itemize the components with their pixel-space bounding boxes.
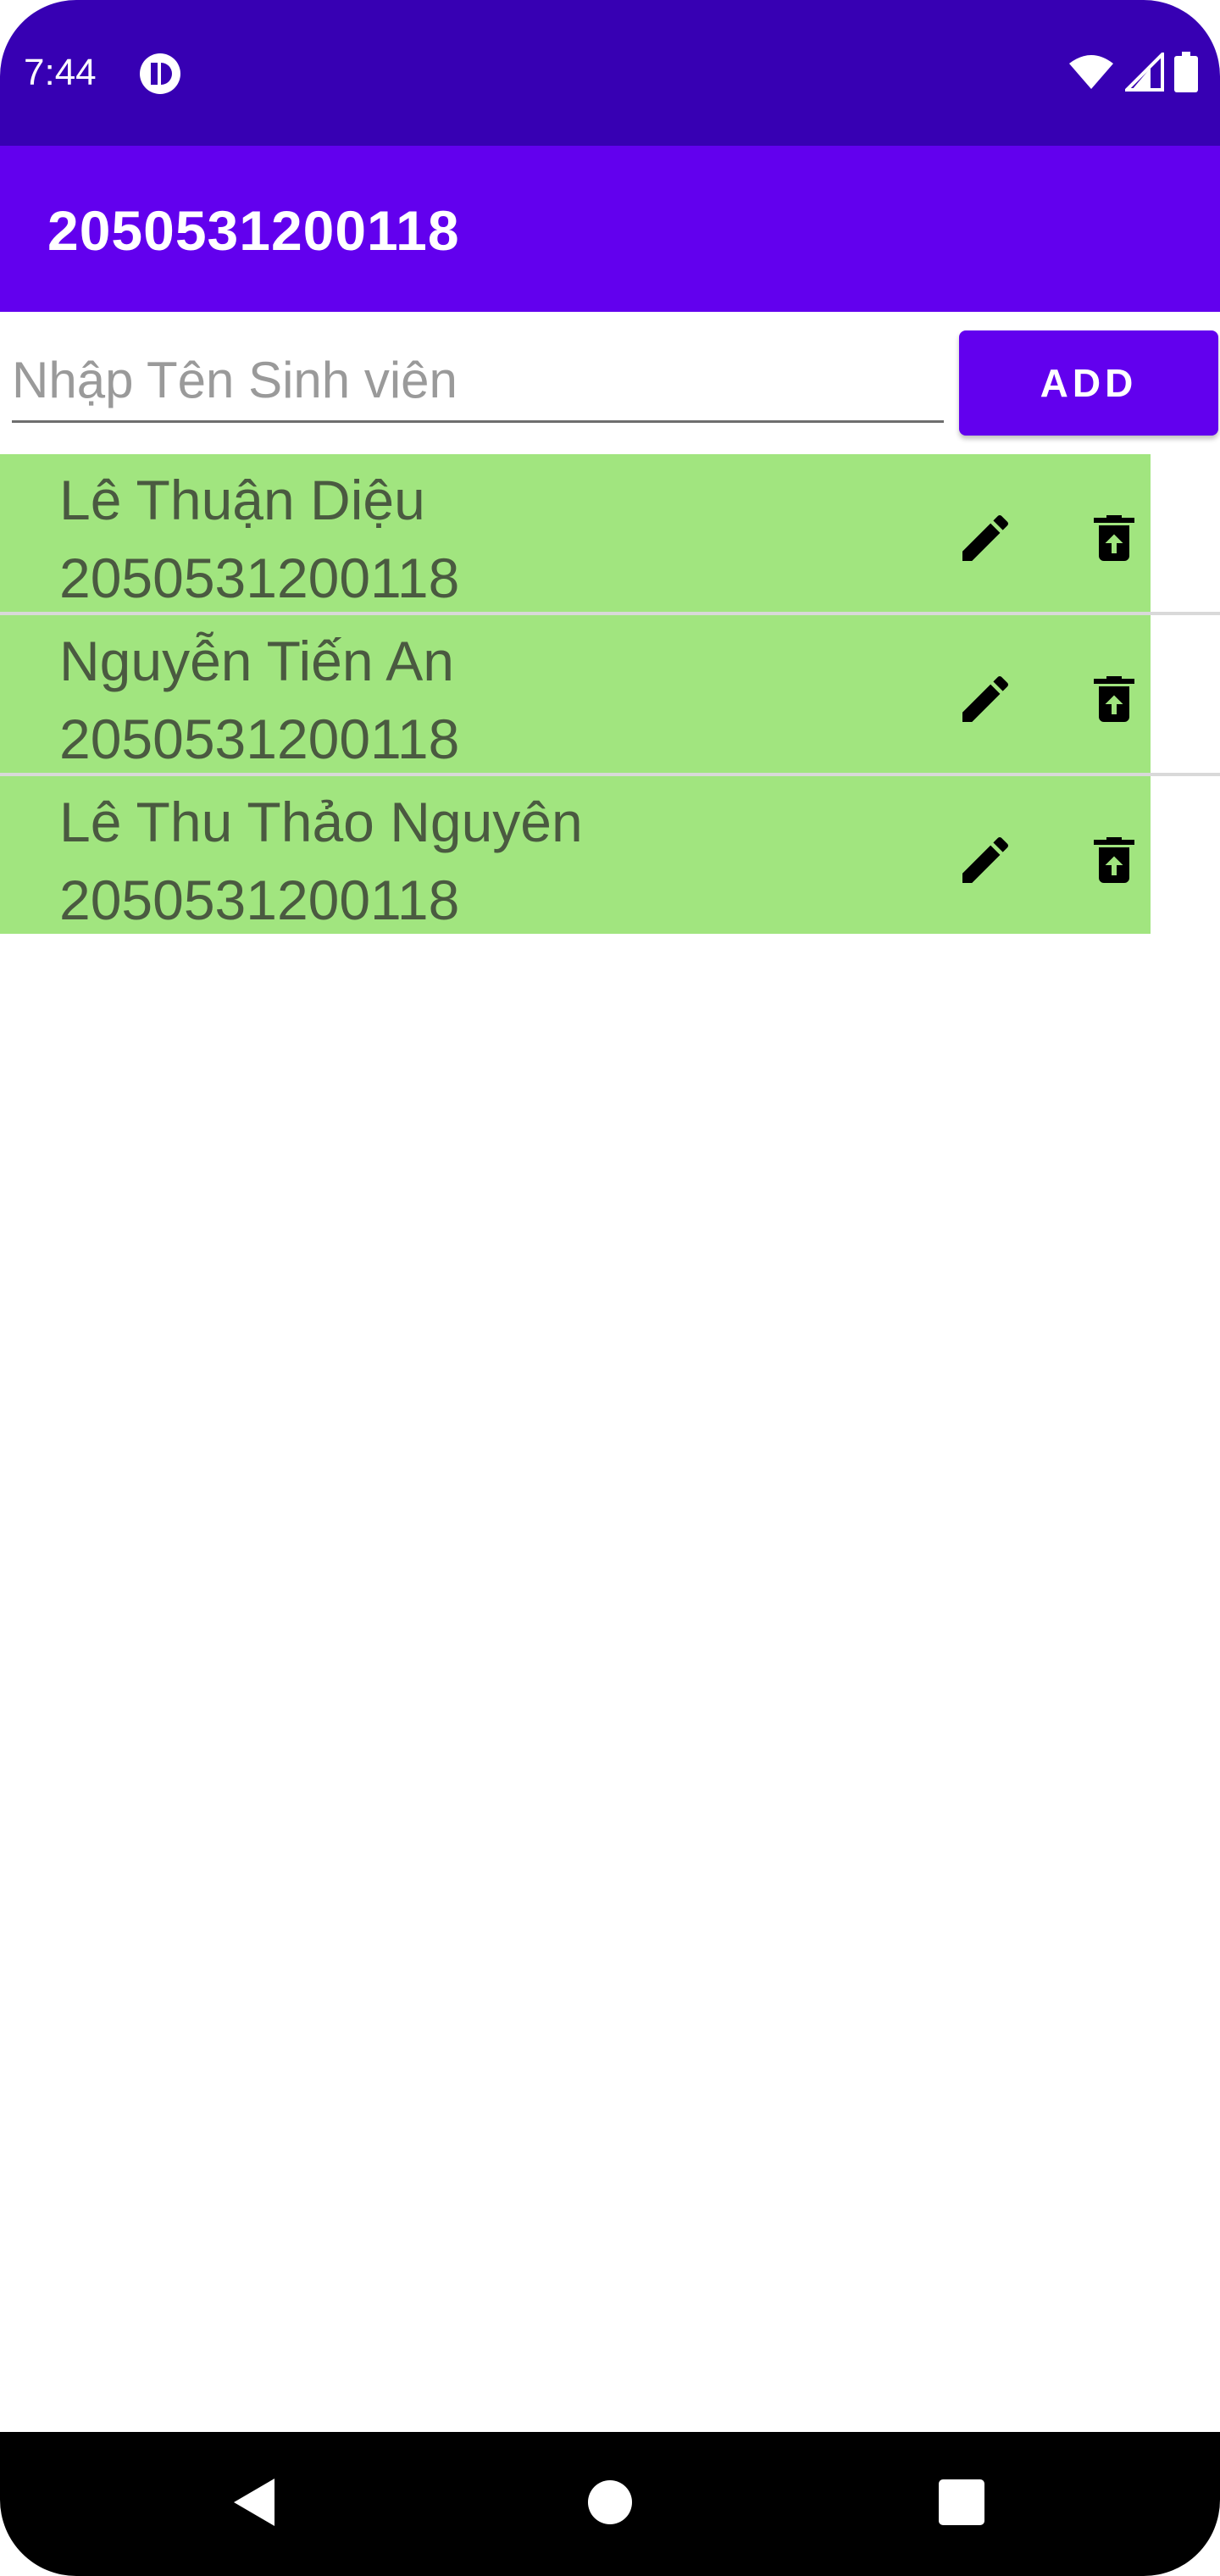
- status-icons: [1068, 49, 1198, 97]
- delete-button[interactable]: [1076, 824, 1152, 900]
- edit-button[interactable]: [947, 663, 1023, 739]
- delete-button[interactable]: [1076, 502, 1152, 578]
- delete-icon: [1084, 830, 1145, 895]
- back-button[interactable]: [216, 2466, 292, 2542]
- notification-app-icon: [139, 53, 181, 95]
- delete-button[interactable]: [1076, 663, 1152, 739]
- wifi-icon: [1068, 53, 1115, 95]
- student-list: Lê Thuận Diệu 2050531200118 Nguyễn Tiến …: [0, 454, 1220, 937]
- status-time: 7:44: [24, 52, 97, 93]
- list-item[interactable]: Lê Thuận Diệu 2050531200118: [0, 454, 1220, 615]
- edit-icon: [955, 508, 1016, 573]
- list-item[interactable]: Nguyễn Tiến An 2050531200118: [0, 615, 1220, 776]
- battery-icon: [1174, 51, 1198, 97]
- delete-icon: [1084, 508, 1145, 573]
- student-name-input[interactable]: [12, 339, 944, 423]
- student-id: 2050531200118: [59, 869, 460, 931]
- recents-icon: [938, 2479, 985, 2530]
- edit-icon: [955, 669, 1016, 734]
- student-name: Lê Thu Thảo Nguyên: [59, 791, 583, 853]
- navigation-bar: [0, 2432, 1220, 2576]
- student-name: Nguyễn Tiến An: [59, 630, 454, 692]
- home-button[interactable]: [572, 2466, 648, 2542]
- add-button[interactable]: ADD: [959, 330, 1218, 436]
- list-item[interactable]: Lê Thu Thảo Nguyên 2050531200118: [0, 776, 1220, 937]
- signal-icon: [1123, 49, 1164, 96]
- edit-button[interactable]: [947, 502, 1023, 578]
- delete-icon: [1084, 669, 1145, 734]
- recents-button[interactable]: [923, 2466, 1000, 2542]
- status-bar: 7:44: [0, 0, 1220, 146]
- home-icon: [587, 2479, 633, 2529]
- back-icon: [230, 2477, 278, 2532]
- app-bar: 2050531200118: [0, 146, 1220, 312]
- page-title: 2050531200118: [47, 199, 460, 262]
- edit-icon: [955, 830, 1016, 895]
- student-name: Lê Thuận Diệu: [59, 469, 425, 531]
- student-id: 2050531200118: [59, 708, 460, 770]
- student-id: 2050531200118: [59, 547, 460, 609]
- edit-button[interactable]: [947, 824, 1023, 900]
